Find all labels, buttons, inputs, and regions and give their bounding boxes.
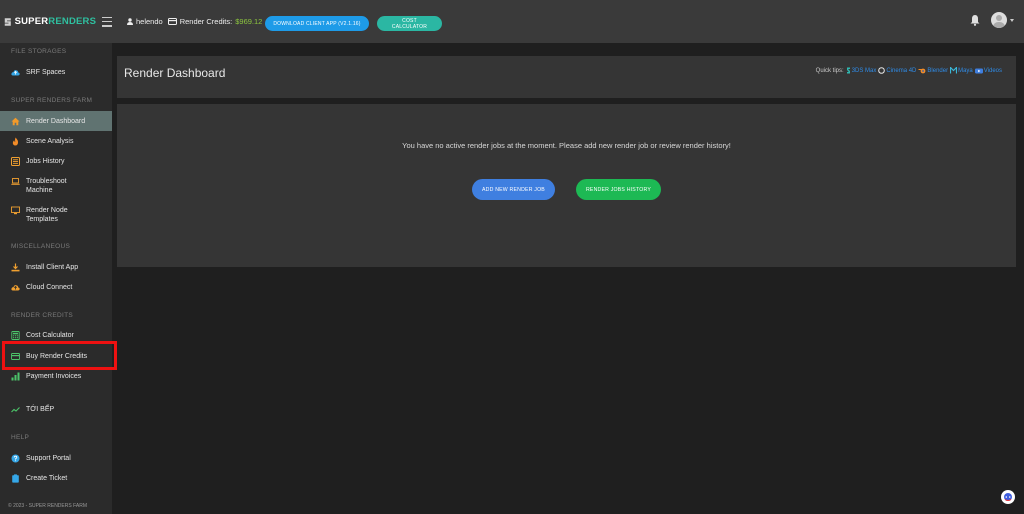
copyright-text: © 2023 - SUPER RENDERS FARM bbox=[8, 503, 87, 509]
sidebar-item-render-node-templates[interactable]: Render Node Templates bbox=[0, 206, 112, 224]
download-icon bbox=[11, 263, 20, 272]
section-render-credits: RENDER CREDITS bbox=[11, 312, 73, 319]
chat-widget[interactable] bbox=[1001, 490, 1015, 504]
section-help: HELP bbox=[11, 434, 30, 441]
list-icon bbox=[11, 157, 20, 166]
sidebar-item-srf-spaces[interactable]: SRF Spaces bbox=[0, 68, 112, 77]
cinema-4d-icon bbox=[878, 67, 886, 74]
credits-value: $969.12 bbox=[235, 17, 263, 26]
empty-state-message: You have no active render jobs at the mo… bbox=[402, 141, 731, 150]
add-new-render-job-button[interactable]: ADD NEW RENDER JOB bbox=[472, 179, 555, 200]
home-icon bbox=[11, 117, 20, 125]
chat-bubble-icon bbox=[1004, 493, 1012, 501]
sidebar-item-label: Render Node Templates bbox=[26, 207, 68, 223]
sidebar-item-label: Create Ticket bbox=[26, 475, 68, 482]
sidebar-item-label: Render Dashboard bbox=[26, 117, 86, 125]
maya-icon bbox=[950, 67, 958, 74]
sidebar-item-install-client-app[interactable]: Install Client App bbox=[0, 263, 112, 272]
quick-tips: Quick tips: 3DS Max Cinema 4D Blender Ma… bbox=[816, 67, 1002, 74]
brand-name: SUPERRENDERS bbox=[14, 16, 97, 27]
tip-3ds-max[interactable]: 3DS Max bbox=[846, 67, 876, 74]
credit-card-icon bbox=[167, 18, 177, 25]
blender-icon bbox=[918, 68, 926, 74]
tip-cinema-4d[interactable]: Cinema 4D bbox=[878, 67, 916, 74]
sidebar-item-payment-invoices[interactable]: Payment Invoices bbox=[0, 372, 112, 381]
username[interactable]: helendo bbox=[136, 17, 163, 26]
download-client-app-button[interactable]: DOWNLOAD CLIENT APP (V2.1.16) bbox=[265, 16, 369, 31]
user-menu-chevron-down-icon[interactable] bbox=[1010, 19, 1014, 22]
sidebar-item-support-portal[interactable]: Support Portal bbox=[0, 454, 112, 463]
tip-maya[interactable]: Maya bbox=[950, 67, 973, 74]
page-header bbox=[117, 56, 1016, 98]
section-super-renders-farm: SUPER RENDERS FARM bbox=[11, 97, 93, 104]
sidebar-item-scene-analysis[interactable]: Scene Analysis bbox=[0, 137, 112, 146]
sidebar-item-label: Troubleshoot Machine bbox=[26, 178, 67, 194]
sidebar-item-label: Cloud Connect bbox=[26, 284, 73, 291]
tip-videos[interactable]: Videos bbox=[974, 68, 1002, 74]
question-circle-icon bbox=[11, 454, 20, 463]
laptop-icon bbox=[11, 178, 20, 185]
sidebar-item-cost-calculator[interactable]: Cost Calculator bbox=[0, 331, 112, 340]
sidebar-item-label: Jobs History bbox=[26, 158, 65, 165]
brand-logo-icon bbox=[4, 17, 11, 26]
active-jobs-panel bbox=[117, 104, 1016, 267]
hamburger-menu-icon[interactable] bbox=[102, 16, 112, 27]
cloud-connect-icon bbox=[11, 285, 20, 291]
monitor-icon bbox=[11, 206, 20, 215]
calculator-icon bbox=[11, 331, 20, 340]
sidebar-item-label: Scene Analysis bbox=[26, 138, 74, 145]
sidebar-item-jobs-history[interactable]: Jobs History bbox=[0, 157, 112, 166]
clipboard-icon bbox=[12, 474, 19, 483]
sidebar-item-label: Install Client App bbox=[26, 264, 79, 271]
sidebar-item-label: TỚI BẾP bbox=[26, 406, 55, 413]
sidebar-item-cloud-connect[interactable]: Cloud Connect bbox=[0, 283, 112, 292]
sidebar-item-create-ticket[interactable]: Create Ticket bbox=[0, 474, 112, 483]
sidebar-item-label: Support Portal bbox=[26, 455, 71, 462]
highlight-annotation bbox=[2, 341, 117, 370]
cloud-upload-icon bbox=[11, 70, 20, 76]
brand[interactable]: SUPERRENDERS bbox=[0, 0, 112, 43]
sidebar-item-label: SRF Spaces bbox=[26, 69, 66, 76]
tip-blender[interactable]: Blender bbox=[918, 67, 948, 74]
cost-calculator-button[interactable]: COST CALCULATOR bbox=[377, 16, 442, 31]
quick-tips-label: Quick tips: bbox=[815, 67, 844, 74]
sidebar-item-render-dashboard[interactable]: Render Dashboard bbox=[0, 111, 112, 131]
section-miscellaneous: MISCELLANEOUS bbox=[11, 243, 71, 250]
sidebar-item-label: Cost Calculator bbox=[26, 332, 74, 339]
sidebar-item-toi-bep[interactable]: TỚI BẾP bbox=[0, 405, 112, 414]
avatar-person-icon bbox=[993, 15, 1005, 28]
bar-chart-icon bbox=[11, 372, 20, 381]
flame-icon bbox=[12, 137, 19, 146]
video-icon bbox=[974, 68, 983, 73]
credits-label: Render Credits: bbox=[179, 17, 233, 26]
sidebar-item-troubleshoot-machine[interactable]: Troubleshoot Machine bbox=[0, 177, 112, 195]
user-info: helendo Render Credits: $969.12 bbox=[127, 17, 262, 26]
page-title: Render Dashboard bbox=[124, 66, 226, 80]
render-jobs-history-button[interactable]: RENDER JOBS HISTORY bbox=[576, 179, 661, 200]
3ds-max-icon bbox=[846, 67, 850, 74]
section-file-storages: FILE STORAGES bbox=[11, 48, 67, 55]
user-icon bbox=[127, 18, 133, 25]
notification-bell-icon[interactable] bbox=[970, 14, 980, 26]
sidebar-item-label: Payment Invoices bbox=[26, 373, 82, 380]
user-avatar[interactable] bbox=[991, 12, 1007, 28]
trend-line-icon bbox=[11, 407, 20, 413]
